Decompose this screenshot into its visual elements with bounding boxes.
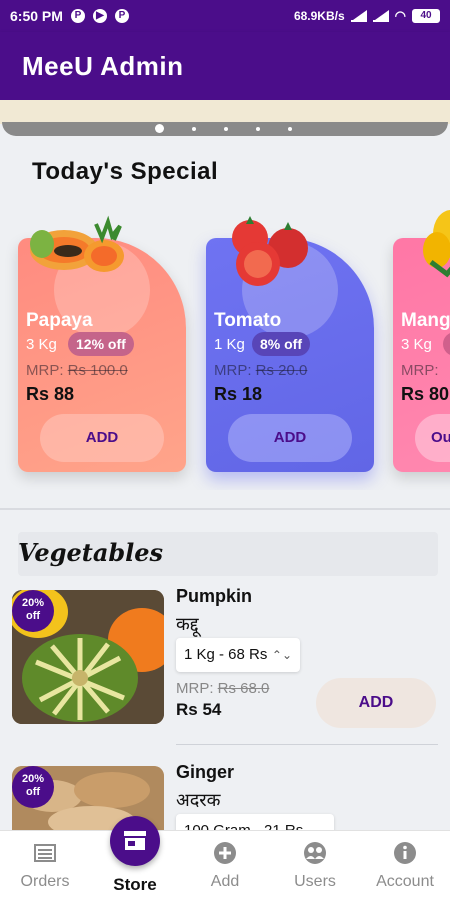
bottom-nav: Orders Add Users Account xyxy=(0,830,450,900)
item-name: Ginger xyxy=(176,762,235,782)
special-card-papaya[interactable]: Papaya 3 Kg 12% off MRP: Rs 100.0 Rs 88 … xyxy=(18,215,186,472)
mrp-value: Rs 100.0 xyxy=(67,362,128,379)
nav-label: Users xyxy=(294,873,336,890)
card-qty: 1 Kg xyxy=(214,336,245,353)
notification-play-icon: ▶ xyxy=(92,9,107,23)
special-card-mango[interactable]: Mang 3 Kg MRP: Rs 80 Ou xyxy=(393,210,450,472)
tomato-image-icon xyxy=(232,216,308,286)
carousel-dot[interactable] xyxy=(155,124,164,133)
signal-icon xyxy=(350,9,367,22)
nav-store-label[interactable]: Store xyxy=(92,875,178,895)
badge-off: off xyxy=(25,786,41,798)
papaya-image-icon xyxy=(30,215,124,272)
card-price: Rs 80 xyxy=(401,384,450,404)
item-divider xyxy=(176,744,438,745)
carousel-dot[interactable] xyxy=(288,126,292,131)
orders-icon xyxy=(34,844,56,862)
nav-label: Account xyxy=(376,873,434,890)
mrp-value: Rs 68.0 xyxy=(217,680,270,697)
carousel-dot[interactable] xyxy=(224,126,228,131)
nav-store-button[interactable] xyxy=(110,816,160,866)
banner-image xyxy=(0,100,450,124)
network-speed: 68.9KB/s xyxy=(293,9,345,23)
badge-off: off xyxy=(25,610,41,622)
status-right: 68.9KB/s ◠ 40 xyxy=(294,8,440,24)
out-of-stock-button[interactable]: Ou xyxy=(415,414,450,462)
todays-special-title: Today's Special xyxy=(32,158,219,185)
badge-percent: 20% xyxy=(21,597,45,609)
mrp-label: MRP: xyxy=(26,362,64,379)
item-local-name: कद्दू xyxy=(176,614,199,634)
discount-badge: 8% off xyxy=(252,332,310,356)
mrp-label: MRP: xyxy=(401,362,439,379)
item-price: Rs 54 xyxy=(176,700,222,719)
store-icon xyxy=(124,831,146,850)
app-title: MeeU Admin xyxy=(22,50,184,81)
item-mrp: MRP: Rs 68.0 xyxy=(176,680,269,697)
mango-image-icon xyxy=(423,210,450,278)
card-qty: 3 Kg xyxy=(26,336,57,353)
nav-orders[interactable]: Orders xyxy=(0,831,90,900)
mrp-value: Rs 20.0 xyxy=(255,362,308,379)
nav-users[interactable]: Users xyxy=(270,831,360,900)
discount-badge: 12% off xyxy=(68,332,134,356)
status-time: 6:50 PM xyxy=(10,8,63,24)
quantity-select[interactable]: 1 Kg - 68 Rs ⌃⌄ xyxy=(176,638,300,672)
signal-icon xyxy=(372,9,389,22)
vegetables-title: Vegetables xyxy=(18,538,164,567)
section-divider xyxy=(0,508,450,510)
todays-special-list[interactable]: Papaya 3 Kg 12% off MRP: Rs 100.0 Rs 88 … xyxy=(0,200,450,490)
card-name: Mang xyxy=(401,310,450,331)
pumpkin-image: 20% off xyxy=(12,590,164,724)
item-local-name: अदरक xyxy=(176,790,221,810)
card-name: Papaya xyxy=(26,310,93,331)
carousel-dot[interactable] xyxy=(256,126,260,131)
card-qty: 3 Kg xyxy=(401,336,432,353)
select-value: 1 Kg - 68 Rs xyxy=(184,646,268,663)
discount-badge: 20% off xyxy=(12,766,54,808)
account-icon xyxy=(394,842,416,864)
status-bar: 6:50 PM P ▶ P 68.9KB/s ◠ 40 xyxy=(0,0,450,32)
card-price: Rs 88 xyxy=(26,384,75,404)
list-item-pumpkin[interactable]: 20% off Pumpkin कद्दू 1 Kg - 68 Rs ⌃⌄ MR… xyxy=(0,586,450,745)
discount-badge: 20% off xyxy=(12,590,54,632)
discount-badge xyxy=(443,332,450,356)
nav-add[interactable]: Add xyxy=(180,831,270,900)
carousel-dots xyxy=(155,124,292,133)
app-bar: MeeU Admin xyxy=(0,32,450,100)
nav-account[interactable]: Account xyxy=(360,831,450,900)
add-button[interactable]: ADD xyxy=(40,414,164,462)
notification-p-icon: P xyxy=(70,9,85,23)
battery-icon: 40 xyxy=(412,9,440,23)
nav-label: Orders xyxy=(20,873,70,890)
badge-percent: 20% xyxy=(21,773,45,785)
wifi-icon: ◠ xyxy=(394,8,406,23)
add-button[interactable]: ADD xyxy=(316,678,436,728)
item-name: Pumpkin xyxy=(176,586,253,606)
mrp-label: MRP: xyxy=(214,362,252,379)
nav-label: Add xyxy=(210,873,240,890)
carousel-dot[interactable] xyxy=(192,126,196,131)
select-chevron-icon: ⌃⌄ xyxy=(271,648,292,662)
card-mrp: MRP: Rs 20.0 xyxy=(214,362,307,379)
card-mrp: MRP: xyxy=(401,362,439,379)
card-price: Rs 18 xyxy=(214,384,263,404)
status-left: 6:50 PM P ▶ P xyxy=(10,8,129,24)
notification-p-icon: P xyxy=(114,9,129,23)
mrp-label: MRP: xyxy=(176,680,214,697)
add-icon xyxy=(214,842,236,864)
card-name: Tomato xyxy=(214,310,282,331)
add-button[interactable]: ADD xyxy=(228,414,352,462)
users-icon xyxy=(304,842,326,864)
special-card-tomato[interactable]: Tomato 1 Kg 8% off MRP: Rs 20.0 Rs 18 AD… xyxy=(206,216,374,472)
card-mrp: MRP: Rs 100.0 xyxy=(26,362,128,379)
